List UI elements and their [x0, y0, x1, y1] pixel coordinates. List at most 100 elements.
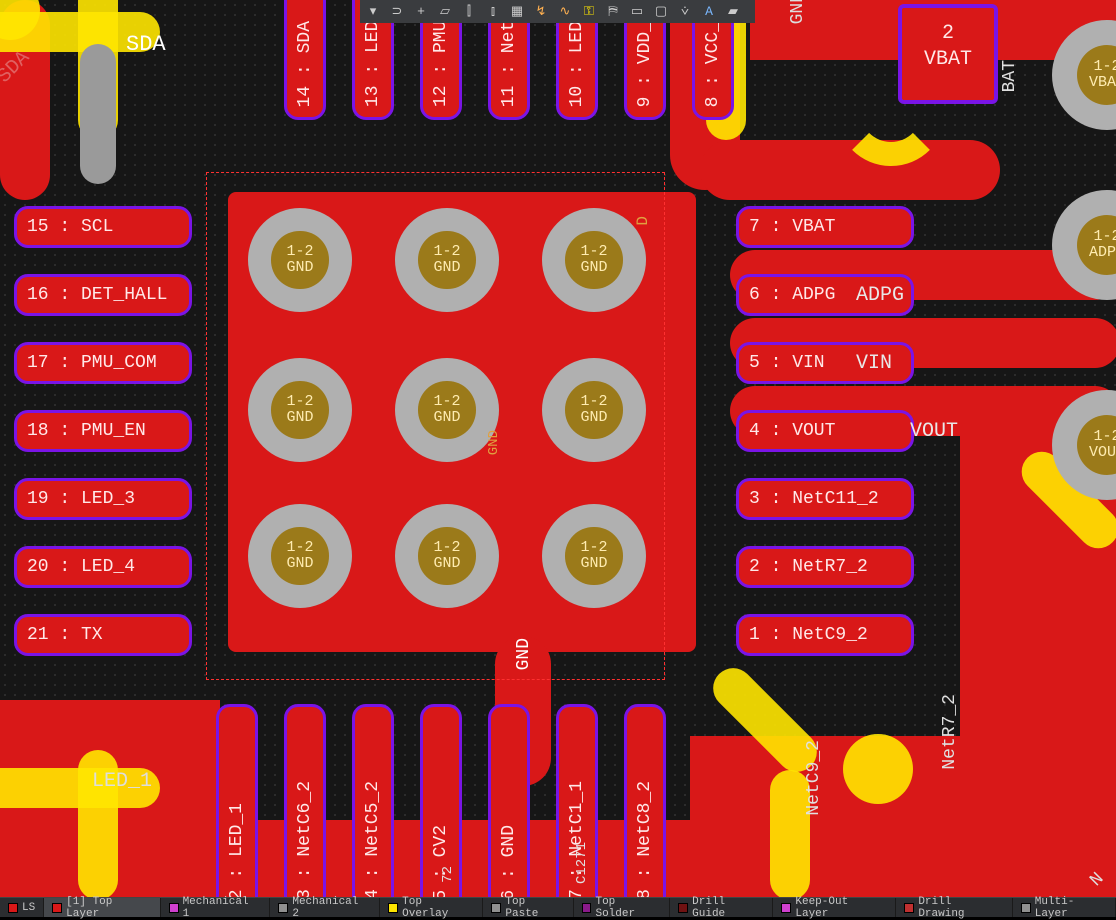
erase-box-icon[interactable]: ▢ — [652, 3, 670, 21]
text-icon[interactable]: A — [700, 3, 718, 21]
pad-label: 5 : VIN — [749, 353, 825, 373]
layer-tab-label: Top Paste — [505, 896, 564, 920]
pad-label: 11 : NetR — [499, 10, 519, 107]
pad-label: 25 : CV2 — [431, 825, 451, 897]
pad-label: 17 : PMU_COM — [27, 353, 157, 373]
pcb-canvas[interactable]: 2 VBAT BAT SDA SDA TX LED_1 GND 15 : SCL… — [0, 0, 1116, 897]
align-icon[interactable]: ⫿ — [460, 3, 478, 21]
layer-tab-label: Keep-Out Layer — [795, 896, 887, 920]
layer-swatch — [678, 903, 688, 913]
panel-icon[interactable]: ▭ — [628, 3, 646, 21]
layer-tab-mechanical-2[interactable]: Mechanical 2 — [270, 898, 380, 917]
pin-icon[interactable]: ⛿ — [604, 3, 622, 21]
pad-label: 24 : NetC5_2 — [363, 781, 383, 897]
pad-4: 4 : VOUT — [736, 410, 914, 452]
multilayer-bus — [80, 44, 116, 184]
layer-tab-label: Drill Guide — [692, 896, 764, 920]
pad-1: 1 : NetC9_2 — [736, 614, 914, 656]
pad-22: 22 : LED_1 — [216, 704, 258, 897]
pad-label: 20 : LED_4 — [27, 557, 135, 577]
layer-tab-drill-drawing[interactable]: Drill Drawing — [896, 898, 1012, 917]
crosshair-icon[interactable]: + — [412, 3, 430, 21]
vbat-pad-num: 2 — [902, 22, 994, 45]
wave-icon[interactable]: ∿ — [556, 3, 574, 21]
pad-21: 21 : TX — [14, 614, 192, 656]
via-hole-label: 1-2GND — [271, 527, 328, 584]
color-icon[interactable]: ▰ — [724, 3, 742, 21]
pad-label: 9 : VDD_ — [635, 21, 655, 107]
layer-swatch — [8, 903, 18, 913]
via-hole-label: 1-2VOUT — [1077, 415, 1116, 476]
sda-label: SDA — [126, 32, 166, 57]
pcb-toolbar: ▾ ⊃ + ▱ ⫿ ⫾ ▦ ↯ ∿ ⚿ ⛿ ▭ ▢ ⩒ A ▰ — [360, 0, 755, 23]
key-icon[interactable]: ⚿ — [580, 3, 598, 21]
pad-24: 24 : NetC5_2 — [352, 704, 394, 897]
pad-label: 16 : DET_HALL — [27, 285, 167, 305]
pad-28: 28 : NetC8_2 — [624, 704, 666, 897]
cursor-icon[interactable]: ▾ — [364, 3, 382, 21]
via-gnd: 1-2GND — [395, 208, 499, 312]
pad-17: 17 : PMU_COM — [14, 342, 192, 384]
layer-tab-label: LS — [22, 902, 35, 914]
via-gnd: 1-2GND — [542, 208, 646, 312]
d-edge-label: D — [634, 216, 652, 226]
pad-23: 23 : NetC6_2 — [284, 704, 326, 897]
layer-tab-label: Drill Drawing — [918, 896, 1003, 920]
layer-swatch — [781, 903, 791, 913]
via-hole-label: 1-2GND — [418, 381, 475, 438]
pad-7: 7 : VBAT — [736, 206, 914, 248]
layer-tab-label: Multi-Layer — [1035, 896, 1107, 920]
via-hole-label: 1-2GND — [565, 381, 622, 438]
layer-tab-label: Mechanical 2 — [292, 896, 371, 920]
pad-label: 4 : VOUT — [749, 421, 835, 441]
via-hole-label: 1-2GND — [418, 527, 475, 584]
layer-tab-top-overlay[interactable]: Top Overlay — [380, 898, 483, 917]
pad-19: 19 : LED_3 — [14, 478, 192, 520]
layer-tab-top-paste[interactable]: Top Paste — [483, 898, 573, 917]
pad-label: 10 : LED — [567, 21, 587, 107]
pad-label: 21 : TX — [27, 625, 103, 645]
pad-label: 1 : NetC9_2 — [749, 625, 868, 645]
led1-label: LED_1 — [92, 770, 152, 793]
layer-tab-mechanical-1[interactable]: Mechanical 1 — [161, 898, 271, 917]
pad-14: 14 : SDA — [284, 0, 326, 120]
pad-26: 26 : GND — [488, 704, 530, 897]
layer-tab-label: Top Solder — [595, 896, 661, 920]
pad-label: 14 : SDA — [295, 21, 315, 107]
via-gnd: 1-2GND — [542, 358, 646, 462]
layer-tab-top-solder[interactable]: Top Solder — [574, 898, 671, 917]
pad-label: 26 : GND — [499, 825, 519, 897]
layer-tab-ls[interactable]: LS — [0, 898, 44, 917]
via-hole-label: 1-2VBAT — [1077, 45, 1116, 106]
pad-label: 3 : NetC11_2 — [749, 489, 879, 509]
grid-icon[interactable]: ▦ — [508, 3, 526, 21]
gnd-label-tr: GND — [788, 0, 808, 24]
layer-tab-label: [1] Top Layer — [66, 896, 151, 920]
chart-icon[interactable]: ⫾ — [484, 3, 502, 21]
bat-side-label: BAT — [1000, 60, 1020, 92]
magnet-icon[interactable]: ⊃ — [388, 3, 406, 21]
netlabel-VOUT: VOUT — [910, 420, 958, 443]
select-box-icon[interactable]: ▱ — [436, 3, 454, 21]
layer-tab-drill-guide[interactable]: Drill Guide — [670, 898, 773, 917]
via-gnd: 1-2GND — [248, 504, 352, 608]
via-gnd: 1-2GND — [395, 358, 499, 462]
layer-tab-keep-out-layer[interactable]: Keep-Out Layer — [773, 898, 896, 917]
pad-2: 2 : NetR7_2 — [736, 546, 914, 588]
pad-label: 18 : PMU_EN — [27, 421, 146, 441]
layer-tab-label: Mechanical 1 — [183, 896, 262, 920]
pad-label: 7 : VBAT — [749, 217, 835, 237]
via-gnd: 1-2GND — [542, 504, 646, 608]
layer-tab--1-top-layer[interactable]: [1] Top Layer — [44, 898, 160, 917]
layer-swatch — [169, 903, 179, 913]
layer-tab-multi-layer[interactable]: Multi-Layer — [1013, 898, 1116, 917]
via-hole-label: 1-2GND — [565, 231, 622, 288]
net-icon[interactable]: ⩒ — [676, 3, 694, 21]
pad-16: 16 : DET_HALL — [14, 274, 192, 316]
netc9-vert-label: NetC9_2 — [804, 740, 824, 816]
overlay-arc — [836, 56, 946, 166]
route-icon[interactable]: ↯ — [532, 3, 550, 21]
layer-tab-label: Top Overlay — [402, 896, 474, 920]
pad-label: 8 : VCC_ — [703, 21, 723, 107]
via-gnd: 1-2GND — [395, 504, 499, 608]
